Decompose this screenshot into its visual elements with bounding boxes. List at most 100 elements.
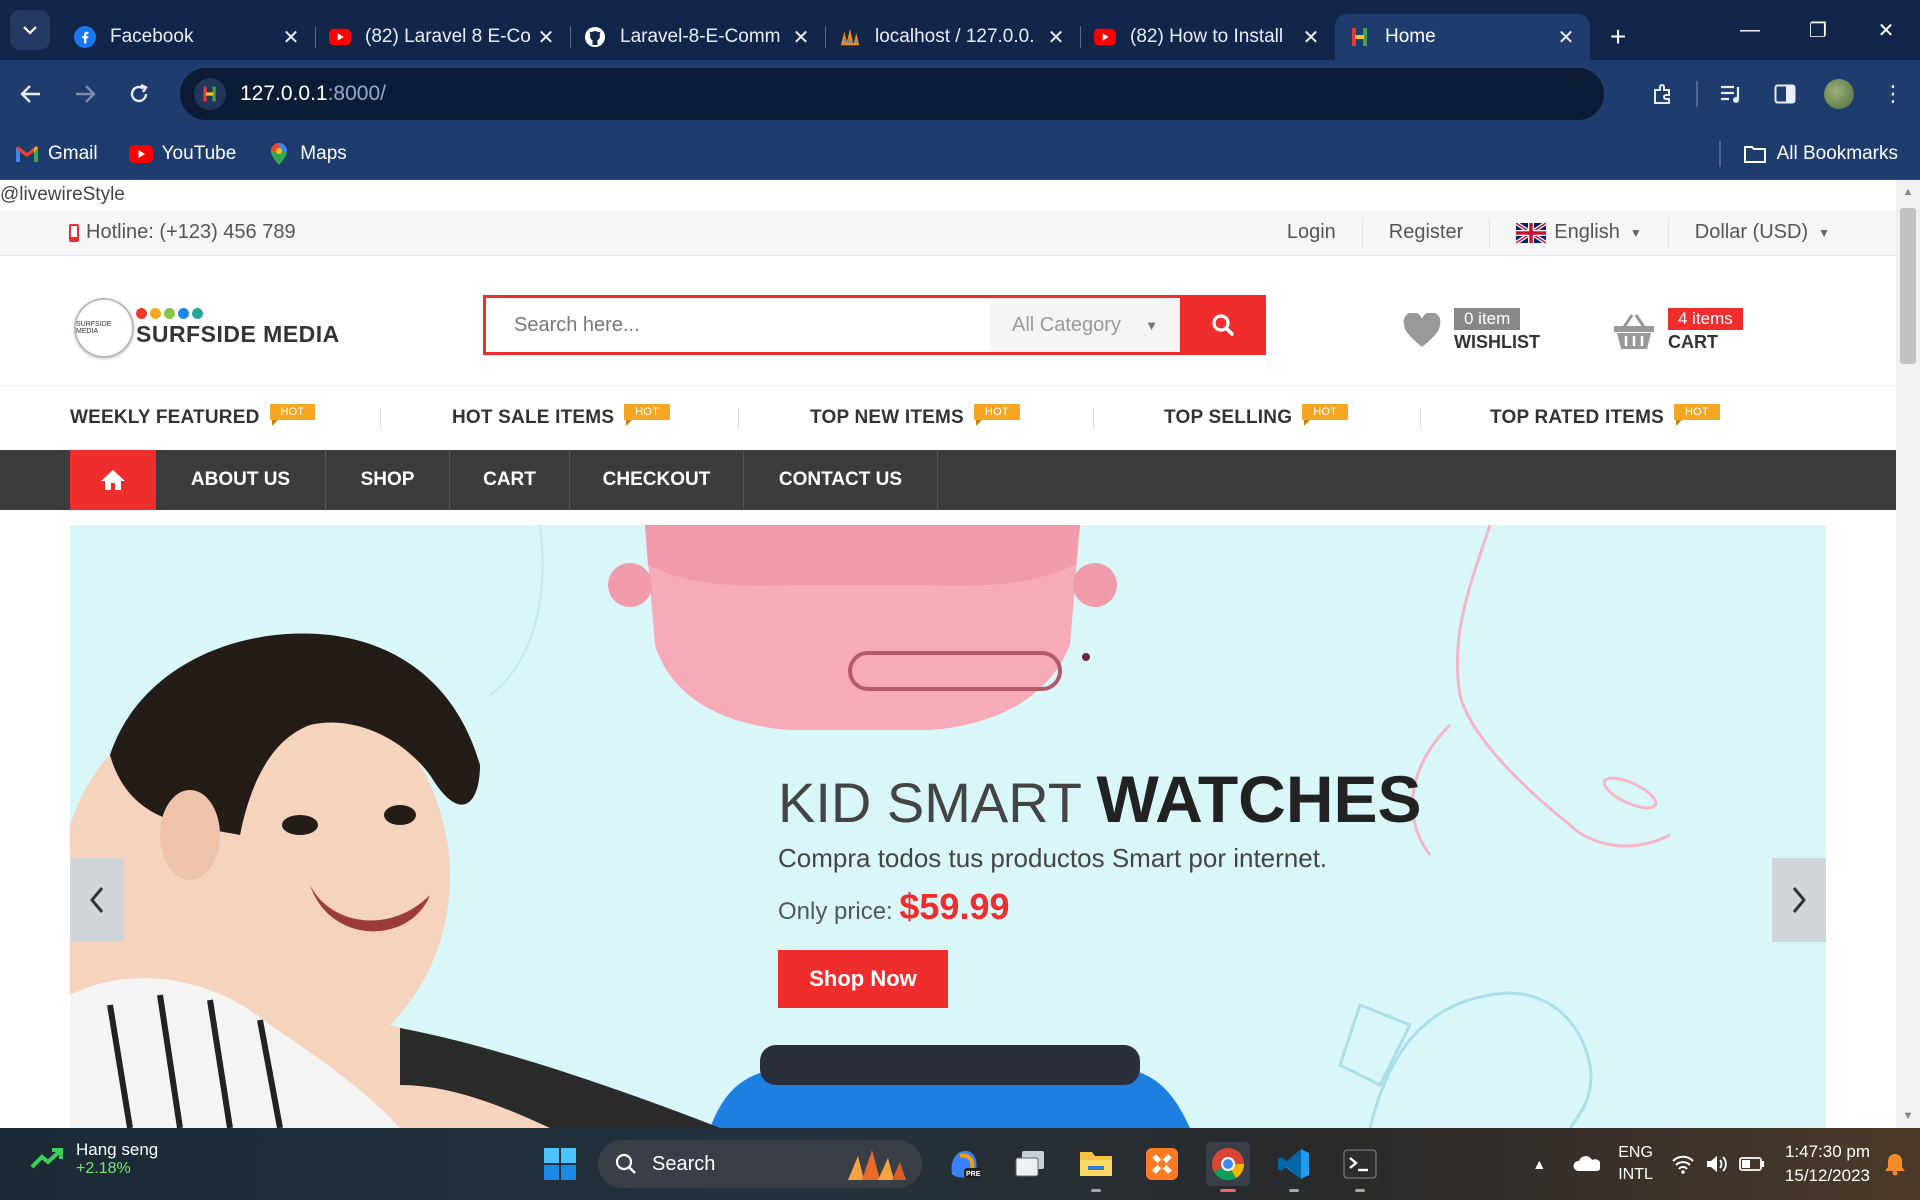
slide-caption: KID SMART WATCHES Compra todos tus produ… xyxy=(778,761,1422,1008)
bookmark-label: Gmail xyxy=(48,142,98,164)
tab-home[interactable]: Home ✕ xyxy=(1335,14,1590,60)
side-panel-icon[interactable] xyxy=(1758,71,1812,117)
wishlist-label: WISHLIST xyxy=(1454,332,1540,352)
reload-button[interactable] xyxy=(116,71,162,117)
bookmark-youtube[interactable]: YouTube xyxy=(128,143,236,165)
featured-link-hot-sale[interactable]: HOT SALE ITEMS HOT xyxy=(452,386,671,450)
nav-contact-us[interactable]: CONTACT US xyxy=(744,450,938,510)
chrome-icon[interactable] xyxy=(1206,1142,1250,1192)
logo-dot xyxy=(178,308,189,319)
xampp-icon[interactable] xyxy=(1140,1142,1184,1186)
media-control-icon[interactable] xyxy=(1704,71,1758,117)
featured-link-top-rated[interactable]: TOP RATED ITEMS HOT xyxy=(1490,386,1720,450)
scroll-up-icon[interactable]: ▲ xyxy=(1896,182,1920,202)
nav-shop[interactable]: SHOP xyxy=(326,450,450,510)
login-link[interactable]: Login xyxy=(1261,217,1363,248)
tab-facebook[interactable]: Facebook ✕ xyxy=(60,14,315,60)
site-logo[interactable]: SURFSIDE MEDIA SURFSIDE MEDIA xyxy=(74,298,340,358)
extensions-icon[interactable] xyxy=(1636,71,1690,117)
scrollbar-thumb[interactable] xyxy=(1900,208,1916,364)
category-label: All Category xyxy=(1012,313,1121,336)
minimize-icon[interactable]: ― xyxy=(1716,0,1784,60)
search-button[interactable] xyxy=(1180,295,1266,355)
search-input[interactable] xyxy=(486,298,990,352)
page-scrollbar[interactable]: ▲ ▼ xyxy=(1896,180,1920,1128)
hot-badge: HOT xyxy=(1302,404,1349,426)
tab-phpmyadmin[interactable]: PMA localhost / 127.0.0. ✕ xyxy=(825,14,1080,60)
featured-link-weekly[interactable]: WEEKLY FEATURED HOT xyxy=(70,386,316,450)
cart-link[interactable]: 4 items CART xyxy=(1612,308,1743,353)
wishlist-link[interactable]: 0 item WISHLIST xyxy=(1402,308,1540,353)
notification-bell-icon[interactable] xyxy=(1884,1152,1906,1176)
profile-avatar[interactable] xyxy=(1824,79,1854,109)
site-info-icon[interactable] xyxy=(194,78,226,110)
currency-select[interactable]: Dollar (USD) ▼ xyxy=(1669,218,1830,248)
more-menu-icon[interactable]: ⋮ xyxy=(1866,71,1920,117)
battery-icon[interactable] xyxy=(1739,1156,1765,1172)
close-window-icon[interactable]: ✕ xyxy=(1852,0,1920,60)
market-widget[interactable]: Hang seng +2.18% xyxy=(30,1140,158,1178)
language-select[interactable]: English ▼ xyxy=(1490,217,1669,248)
slide-subtitle: Compra todos tus productos Smart por int… xyxy=(778,843,1328,873)
nav-about-us[interactable]: ABOUT US xyxy=(156,450,326,510)
youtube-icon xyxy=(1094,26,1116,48)
featured-divider xyxy=(738,408,739,430)
close-tab-icon[interactable]: ✕ xyxy=(536,25,556,50)
new-tab-button[interactable]: + xyxy=(1596,15,1640,59)
logo-small-text: SURFSIDE MEDIA xyxy=(76,321,112,335)
featured-links-bar: WEEKLY FEATURED HOT HOT SALE ITEMS HOT T… xyxy=(0,386,1896,450)
windows-icon xyxy=(544,1148,576,1180)
trend-up-icon xyxy=(30,1147,64,1171)
nav-cart[interactable]: CART xyxy=(450,450,570,510)
file-explorer-icon[interactable] xyxy=(1074,1142,1118,1192)
windows-taskbar: Hang seng +2.18% Search PRE ▲ ENG INTL 1… xyxy=(0,1128,1920,1200)
start-button[interactable] xyxy=(538,1142,582,1186)
tab-laravel-video[interactable]: (82) Laravel 8 E-Co ✕ xyxy=(315,14,570,60)
restore-icon[interactable]: ❐ xyxy=(1784,0,1852,60)
featured-link-top-new[interactable]: TOP NEW ITEMS HOT xyxy=(810,386,1020,450)
slider-next-button[interactable] xyxy=(1772,858,1826,942)
vscode-icon[interactable] xyxy=(1272,1142,1316,1192)
debug-text: @livewireStyle xyxy=(0,184,125,205)
all-bookmarks-button[interactable]: All Bookmarks xyxy=(1718,128,1898,180)
cart-label: CART xyxy=(1668,332,1718,352)
tab-title: (82) Laravel 8 E-Co xyxy=(365,26,531,47)
volume-icon[interactable] xyxy=(1705,1154,1729,1174)
bookmark-gmail[interactable]: Gmail xyxy=(14,143,98,165)
back-button[interactable] xyxy=(8,71,54,117)
all-bookmarks-label: All Bookmarks xyxy=(1776,143,1898,164)
address-bar[interactable]: 127.0.0.1:8000/ xyxy=(180,68,1604,120)
nav-checkout[interactable]: CHECKOUT xyxy=(570,450,744,510)
search-icon xyxy=(615,1153,636,1174)
onedrive-icon[interactable] xyxy=(1572,1155,1601,1173)
tab-search-button[interactable] xyxy=(10,10,50,50)
close-tab-icon[interactable]: ✕ xyxy=(1301,25,1321,50)
taskbar-search[interactable]: Search xyxy=(598,1140,922,1188)
nav-home[interactable] xyxy=(70,450,156,510)
close-tab-icon[interactable]: ✕ xyxy=(1556,25,1576,50)
system-clock[interactable]: 1:47:30 pm 15/12/2023 xyxy=(1785,1140,1870,1188)
input-language[interactable]: ENG INTL xyxy=(1618,1142,1653,1186)
chevron-up-icon[interactable]: ▲ xyxy=(1532,1156,1546,1172)
register-link[interactable]: Register xyxy=(1363,217,1491,248)
site-header: SURFSIDE MEDIA SURFSIDE MEDIA All Catego… xyxy=(0,256,1896,386)
shop-now-button[interactable]: Shop Now xyxy=(778,950,948,1008)
terminal-icon[interactable] xyxy=(1338,1142,1382,1192)
category-select[interactable]: All Category ▼ xyxy=(990,298,1180,352)
wishlist-badge: 0 item xyxy=(1454,308,1521,330)
tab-install-video[interactable]: (82) How to Install ✕ xyxy=(1080,14,1335,60)
forward-button[interactable] xyxy=(62,71,108,117)
scroll-down-icon[interactable]: ▼ xyxy=(1896,1106,1920,1126)
tab-github[interactable]: Laravel-8-E-Comm ✕ xyxy=(570,14,825,60)
close-tab-icon[interactable]: ✕ xyxy=(281,25,301,50)
copilot-icon[interactable]: PRE xyxy=(942,1142,986,1186)
close-tab-icon[interactable]: ✕ xyxy=(791,25,811,50)
task-view-icon[interactable] xyxy=(1008,1142,1052,1186)
widget-change: +2.18% xyxy=(76,1160,131,1177)
close-tab-icon[interactable]: ✕ xyxy=(1046,25,1066,50)
slider-prev-button[interactable] xyxy=(70,858,124,942)
wifi-icon[interactable] xyxy=(1671,1154,1695,1174)
featured-link-top-selling[interactable]: TOP SELLING HOT xyxy=(1164,386,1349,450)
bookmark-maps[interactable]: Maps xyxy=(266,142,347,165)
slide-title-light: KID SMART xyxy=(778,771,1081,834)
